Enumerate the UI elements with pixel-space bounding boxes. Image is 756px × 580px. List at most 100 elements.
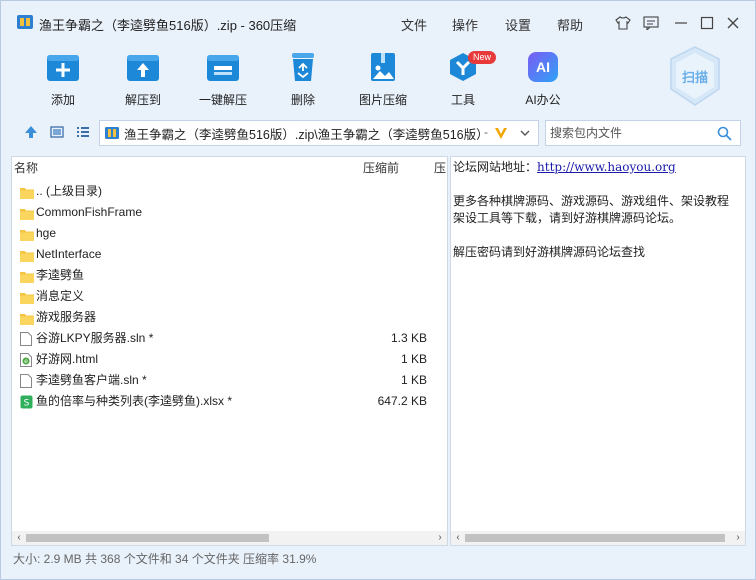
image-compress-button[interactable]: 图片压缩 (346, 49, 420, 109)
file-row[interactable]: 李逵劈鱼 (12, 265, 447, 286)
maximize-icon[interactable] (697, 13, 717, 33)
scrollbar-thumb[interactable] (26, 534, 269, 542)
chevron-down-icon[interactable] (520, 129, 530, 137)
file-row[interactable]: hge (12, 223, 447, 244)
file-name: NetInterface (36, 247, 102, 261)
extract-to-label: 解压到 (124, 93, 161, 107)
ai-icon: AI (525, 49, 561, 85)
search-icon[interactable] (717, 126, 732, 141)
add-label: 添加 (50, 93, 75, 107)
menu-help[interactable]: 帮助 (557, 15, 583, 34)
column-name[interactable]: 名称 (14, 157, 38, 179)
thumbnail-view-icon[interactable] (50, 125, 64, 139)
v-logo-icon[interactable] (494, 126, 508, 140)
ai-office-label: AI办公 (525, 93, 561, 107)
file-icon (20, 332, 34, 346)
file-row[interactable]: 谷游LKPY服务器.sln * 1.3 KB (12, 328, 447, 349)
folder-icon (20, 290, 34, 304)
image-compress-label: 图片压缩 (358, 93, 407, 107)
feedback-icon[interactable] (641, 13, 661, 33)
comment-horizontal-scrollbar[interactable]: ‹ › (451, 531, 745, 545)
tools-button[interactable]: New 工具 (426, 49, 500, 109)
extract-to-button[interactable]: 解压到 (106, 49, 180, 109)
horizontal-scrollbar[interactable]: ‹ › (12, 531, 447, 545)
app-window: 渔王争霸之（李逵劈鱼516版）.zip - 360压缩 文件 操作 设置 帮助 … (0, 0, 756, 580)
delete-label: 删除 (290, 93, 315, 107)
one-click-extract-icon (205, 49, 241, 85)
scroll-right-icon[interactable]: › (433, 531, 447, 545)
title-bar: 渔王争霸之（李逵劈鱼516版）.zip - 360压缩 文件 操作 设置 帮助 (1, 1, 755, 41)
column-size-after[interactable]: 压 (434, 157, 446, 179)
file-name: 谷游LKPY服务器.sln * (36, 331, 154, 345)
menu-operation[interactable]: 操作 (452, 15, 478, 34)
scan-button[interactable]: 扫描 (667, 45, 723, 107)
minimize-icon[interactable] (671, 13, 691, 33)
file-name: hge (36, 226, 57, 240)
one-click-extract-label: 一键解压 (198, 93, 247, 107)
search-input[interactable] (550, 121, 710, 145)
svg-text:e: e (24, 358, 28, 365)
file-name: 李逵劈鱼 (36, 268, 85, 282)
file-row[interactable]: .. (上级目录) (12, 181, 447, 202)
scroll-left-icon[interactable]: ‹ (12, 531, 26, 545)
file-name: 李逵劈鱼客户端.sln * (36, 373, 147, 387)
search-box[interactable] (545, 120, 741, 146)
file-size: 1 KB (400, 373, 427, 387)
spreadsheet-icon: S (20, 395, 34, 409)
file-name: 游戏服务器 (36, 310, 97, 324)
archive-comment: 论坛网站地址：http://www.haoyou.org 更多各种棋牌源码、游戏… (453, 159, 745, 261)
toolbar: 添加 解压到 一键解压 删除 图片压缩 New 工具 AI AI办公 (1, 41, 755, 113)
image-compress-icon (365, 49, 401, 85)
scan-label: 扫描 (681, 70, 708, 85)
file-size: 1 KB (400, 352, 427, 366)
add-icon (45, 49, 81, 85)
address-bar[interactable]: 渔王争霸之（李逵劈鱼516版）.zip\渔王争霸之（李逵劈鱼516版） - (99, 120, 539, 146)
file-list: .. (上级目录) CommonFishFrame hge NetInterface 李… (12, 181, 447, 412)
file-name: CommonFishFrame (36, 205, 143, 219)
window-title: 渔王争霸之（李逵劈鱼516版）.zip - 360压缩 (39, 18, 297, 33)
svg-text:S: S (24, 399, 30, 409)
file-row[interactable]: CommonFishFrame (12, 202, 447, 223)
file-name: .. (上级目录) (36, 184, 102, 198)
delete-button[interactable]: 删除 (266, 49, 340, 109)
folder-icon (20, 206, 34, 220)
ai-icon-text: AI (528, 52, 558, 82)
file-row[interactable]: NetInterface (12, 244, 447, 265)
address-row: 渔王争霸之（李逵劈鱼516版）.zip\渔王争霸之（李逵劈鱼516版） - (1, 117, 755, 147)
menu-file[interactable]: 文件 (401, 15, 427, 34)
folder-icon (20, 227, 34, 241)
file-name: 鱼的倍率与种类列表(李逵劈鱼).xlsx * (36, 394, 232, 408)
address-path: 渔王争霸之（李逵劈鱼516版）.zip\渔王争霸之（李逵劈鱼516版） (124, 127, 480, 142)
file-row[interactable]: 消息定义 (12, 286, 447, 307)
file-name: 好游网.html (36, 352, 99, 366)
status-bar: 大小: 2.9 MB 共 368 个文件和 34 个文件夹 压缩率 31.9% (13, 552, 317, 566)
archive-app-icon (17, 15, 33, 29)
ai-office-button[interactable]: AI AI办公 (506, 49, 580, 109)
one-click-extract-button[interactable]: 一键解压 (186, 49, 260, 109)
scroll-right-icon[interactable]: › (731, 531, 745, 545)
tools-label: 工具 (450, 93, 475, 107)
comment-line-2: 更多各种棋牌源码、游戏源码、游戏组件、架设教程 (453, 194, 730, 208)
file-list-panel: 名称 压缩前 压 .. (上级目录) CommonFishFrame hge NetI… (11, 156, 448, 546)
file-row[interactable]: 李逵劈鱼客户端.sln * 1 KB (12, 370, 447, 391)
column-size-before[interactable]: 压缩前 (363, 157, 399, 179)
dash-separator: - (484, 125, 488, 139)
menu-settings[interactable]: 设置 (505, 15, 531, 34)
file-row[interactable]: e 好游网.html 1 KB (12, 349, 447, 370)
file-row[interactable]: 游戏服务器 (12, 307, 447, 328)
scrollbar-thumb[interactable] (465, 534, 725, 542)
folder-icon (20, 185, 34, 199)
forum-link[interactable]: http://www.haoyou.org (537, 160, 676, 174)
up-arrow-icon[interactable] (24, 125, 38, 139)
list-view-icon[interactable] (76, 125, 90, 139)
skin-icon[interactable] (613, 13, 633, 33)
file-size: 1.3 KB (390, 331, 427, 345)
comment-line-1: 论坛网站地址：http://www.haoyou.org (453, 159, 745, 176)
add-button[interactable]: 添加 (26, 49, 100, 109)
file-row[interactable]: S 鱼的倍率与种类列表(李逵劈鱼).xlsx * 647.2 KB (12, 391, 447, 412)
close-icon[interactable] (723, 13, 743, 33)
folder-icon (20, 269, 34, 283)
scroll-left-icon[interactable]: ‹ (451, 531, 465, 545)
